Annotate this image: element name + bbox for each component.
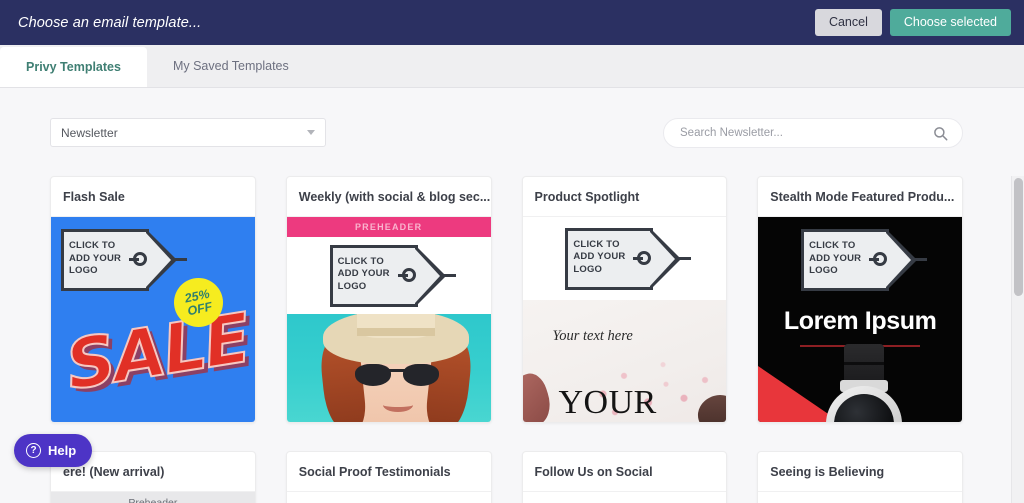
help-button[interactable]: ? Help [14,434,93,467]
tab-my-saved-templates[interactable]: My Saved Templates [147,45,315,87]
template-card-title: Product Spotlight [522,177,727,217]
template-card-title: Flash Sale [51,177,255,217]
search-icon[interactable] [933,126,948,141]
chevron-down-icon [307,130,315,135]
template-card-follow-us[interactable]: Follow Us on Social CLICK TO A [521,451,728,503]
header-actions: Cancel Choose selected [814,9,1011,36]
preheader-bar: Preheader [51,492,255,503]
template-card-weekly[interactable]: Weekly (with social & blog sec... PREHEA… [285,176,492,423]
logo-placeholder-icon: CLICK TO ADD YOUR LOGO [801,229,928,291]
question-mark-icon: ? [26,443,41,458]
logo-line-1: CLICK TO [337,255,384,267]
tab-privy-templates[interactable]: Privy Templates [0,47,147,87]
template-card-product-spotlight[interactable]: Product Spotlight CLICK TO ADD YOUR LOGO… [521,176,728,423]
discount-label: OFF [186,298,214,318]
logo-line-2: ADD YOUR [337,268,390,279]
template-preview: CLICK TO ADD YOUR LOGO [522,492,727,503]
template-card-flash-sale[interactable]: Flash Sale CLICK TO ADD YOUR LOGO SALE 2… [50,176,256,423]
template-preview: CLICK TO ADD YOUR LOGO [758,492,962,503]
template-card-seeing-is-believing[interactable]: Seeing is Believing CLICK TO A [757,451,963,503]
logo-placeholder-icon: CLICK TO ADD YOUR LOGO [61,229,187,291]
modal-header: Choose an email template... Cancel Choos… [0,0,1024,45]
template-preview: CLICK TO ADD YOUR LOGO Lorem Ipsum [758,217,962,422]
logo-placeholder-icon: CLICK TO ADD YOUR LOGO [565,227,692,290]
logo-area: CLICK TO ADD YOUR LOGO [758,217,962,303]
search-box[interactable] [663,118,963,148]
template-card-social-proof[interactable]: Social Proof Testimonials CLICK TO [285,451,492,503]
template-preview: CLICK TO ADD YOUR LOGO SALE 25% OFF [51,217,255,422]
hero-headline: Lorem Ipsum [783,307,937,335]
logo-line-1: CLICK TO [69,240,116,251]
template-row: ere! (New arrival) Preheader Social Proo… [50,451,963,503]
template-preview: CLICK TO ADD YOUR LOGO [286,492,491,503]
logo-placeholder-icon: CLICK TO ADD YOUR LOGO [329,244,456,307]
filter-row: Newsletter [0,118,1010,158]
template-card-title: Follow Us on Social [522,452,727,492]
logo-area: CLICK TO ADD YOUR LOGO [522,217,727,300]
template-preview: PREHEADER CLICK TO ADD YOUR LOGO [286,217,491,422]
tab-bar: Privy Templates My Saved Templates [0,45,1024,88]
logo-area: CLICK TO ADD YOUR LOGO [286,237,491,314]
hero-photo: Your text here YOUR [522,300,727,422]
logo-line-3: LOGO [337,280,367,292]
template-preview: CLICK TO ADD YOUR LOGO Your text here YO… [522,217,727,422]
logo-line-1: CLICK TO [809,240,856,251]
template-preview: Preheader [51,492,255,503]
watch-product-image [820,344,908,422]
template-card-title: Social Proof Testimonials [286,452,491,492]
category-select[interactable]: Newsletter [50,118,326,147]
cancel-button[interactable]: Cancel [814,9,882,36]
template-grid: Flash Sale CLICK TO ADD YOUR LOGO SALE 2… [50,176,963,503]
template-browser: Newsletter Flash Sale [0,88,1024,503]
logo-line-2: ADD YOUR [69,252,122,264]
template-row: Flash Sale CLICK TO ADD YOUR LOGO SALE 2… [50,176,963,423]
logo-line-3: LOGO [573,263,603,275]
preheader-bar: PREHEADER [286,217,491,237]
logo-line-3: LOGO [809,265,838,276]
logo-line-2: ADD YOUR [809,252,862,264]
sale-headline: SALE [60,298,255,407]
choose-selected-button[interactable]: Choose selected [889,9,1011,36]
logo-line-2: ADD YOUR [573,251,626,262]
template-card-title: Seeing is Believing [758,452,962,492]
hero-headline: YOUR [558,384,657,421]
logo-line-3: LOGO [69,265,98,276]
template-card-title: Stealth Mode Featured Produ... [758,177,962,217]
scrollbar-track[interactable] [1011,176,1024,503]
category-select-value: Newsletter [61,125,118,140]
page-title: Choose an email template... [18,14,202,31]
hero-script-text: Your text here [552,328,633,344]
template-card-stealth-mode[interactable]: Stealth Mode Featured Produ... CLICK TO [757,176,963,423]
hero-photo [286,314,491,422]
search-input[interactable] [678,126,918,140]
template-card-title: Weekly (with social & blog sec... [286,177,491,217]
scrollbar-thumb[interactable] [1014,178,1023,296]
logo-line-1: CLICK TO [573,238,620,250]
help-button-label: Help [48,443,77,458]
